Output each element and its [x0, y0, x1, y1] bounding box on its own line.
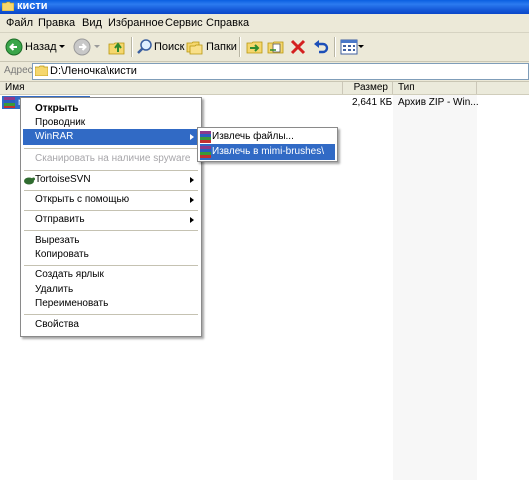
- menu-separator: [24, 230, 198, 231]
- column-size[interactable]: Размер: [343, 82, 393, 94]
- forward-dropdown-icon[interactable]: [94, 45, 100, 49]
- menu-item-winrar[interactable]: WinRAR: [23, 129, 199, 145]
- title-bar[interactable]: кисти: [0, 0, 529, 14]
- column-name[interactable]: Имя: [0, 82, 343, 94]
- file-type: Архив ZIP - Win...: [398, 97, 479, 108]
- menu-item-open-with[interactable]: Открыть с помощью: [23, 192, 199, 208]
- menu-item-tortoisesvn[interactable]: TortoiseSVN: [23, 172, 199, 188]
- context-menu: Открыть Проводник WinRAR Сканировать на …: [20, 97, 202, 337]
- folders-button[interactable]: Папки: [186, 36, 237, 58]
- winrar-archive-icon: [4, 97, 15, 108]
- copy-to-button[interactable]: [267, 36, 285, 58]
- menu-edit[interactable]: Правка: [38, 17, 75, 29]
- menu-tools[interactable]: Сервис: [165, 17, 203, 29]
- menu-help[interactable]: Справка: [206, 17, 249, 29]
- address-input[interactable]: D:\Леночка\кисти: [32, 63, 529, 80]
- back-label: Назад: [25, 41, 57, 53]
- menu-separator: [24, 314, 198, 315]
- toolbar: Назад Поиск Папки: [0, 33, 529, 62]
- folder-up-icon: [108, 42, 125, 55]
- delete-button[interactable]: [290, 36, 306, 58]
- up-button[interactable]: [108, 36, 130, 58]
- winrar-submenu: Извлечь файлы... Извлечь в mimi-brushes\: [197, 127, 338, 162]
- menu-separator: [24, 190, 198, 191]
- submenu-arrow-icon: [190, 197, 194, 203]
- toolbar-separator: [131, 37, 133, 57]
- undo-button[interactable]: [312, 36, 330, 58]
- menu-item-properties[interactable]: Свойства: [23, 317, 199, 333]
- menu-bar: Файл Правка Вид Избранное Сервис Справка: [0, 14, 529, 33]
- menu-separator: [24, 210, 198, 211]
- tortoise-icon: [24, 177, 35, 185]
- menu-separator: [24, 148, 198, 149]
- file-size: 2,641 КБ: [352, 97, 393, 108]
- address-label: Адрес: [4, 65, 33, 76]
- forward-arrow-icon: [73, 38, 91, 56]
- submenu-item-extract-files[interactable]: Извлечь файлы...: [200, 129, 335, 145]
- back-arrow-icon: [5, 38, 23, 56]
- menu-separator: [24, 170, 198, 171]
- back-button[interactable]: Назад: [5, 36, 65, 58]
- menu-item-send-to[interactable]: Отправить: [23, 212, 199, 228]
- undo-icon: [314, 40, 329, 54]
- copy-to-folder-icon: [267, 41, 284, 54]
- search-label: Поиск: [154, 41, 185, 53]
- delete-x-icon: [290, 39, 306, 55]
- address-path: D:\Леночка\кисти: [50, 65, 137, 77]
- submenu-arrow-icon: [190, 177, 194, 183]
- folders-label: Папки: [206, 41, 237, 53]
- toolbar-separator: [334, 37, 336, 57]
- views-grid-icon: [340, 39, 358, 55]
- window-title: кисти: [17, 0, 48, 12]
- back-dropdown-icon[interactable]: [59, 45, 65, 49]
- menu-item-scan-spyware[interactable]: Сканировать на наличие spyware: [23, 151, 199, 167]
- type-column-shade: [393, 95, 477, 480]
- toolbar-separator: [239, 37, 241, 57]
- submenu-arrow-icon: [190, 134, 194, 140]
- menu-item-copy[interactable]: Копировать: [23, 247, 199, 263]
- folder-icon: [35, 65, 48, 76]
- menu-file[interactable]: Файл: [6, 17, 33, 29]
- folders-icon: [186, 41, 203, 55]
- menu-favorites[interactable]: Избранное: [108, 17, 164, 29]
- folder-icon: [2, 1, 14, 11]
- address-bar: Адрес D:\Леночка\кисти: [0, 62, 529, 82]
- menu-separator: [24, 265, 198, 266]
- column-header: Имя Размер Тип: [0, 82, 529, 95]
- menu-item-rename[interactable]: Переименовать: [23, 296, 199, 312]
- move-to-folder-icon: [246, 41, 263, 54]
- menu-view[interactable]: Вид: [82, 17, 102, 29]
- submenu-item-extract-to[interactable]: Извлечь в mimi-brushes\: [200, 144, 335, 160]
- views-dropdown-icon[interactable]: [358, 45, 364, 49]
- submenu-arrow-icon: [190, 217, 194, 223]
- column-type[interactable]: Тип: [393, 82, 477, 94]
- move-to-button[interactable]: [246, 36, 264, 58]
- winrar-icon: [200, 146, 211, 158]
- menu-item-create-shortcut[interactable]: Создать ярлык: [23, 267, 199, 283]
- search-button[interactable]: Поиск: [136, 36, 184, 58]
- search-icon: [137, 39, 152, 54]
- winrar-icon: [200, 131, 211, 143]
